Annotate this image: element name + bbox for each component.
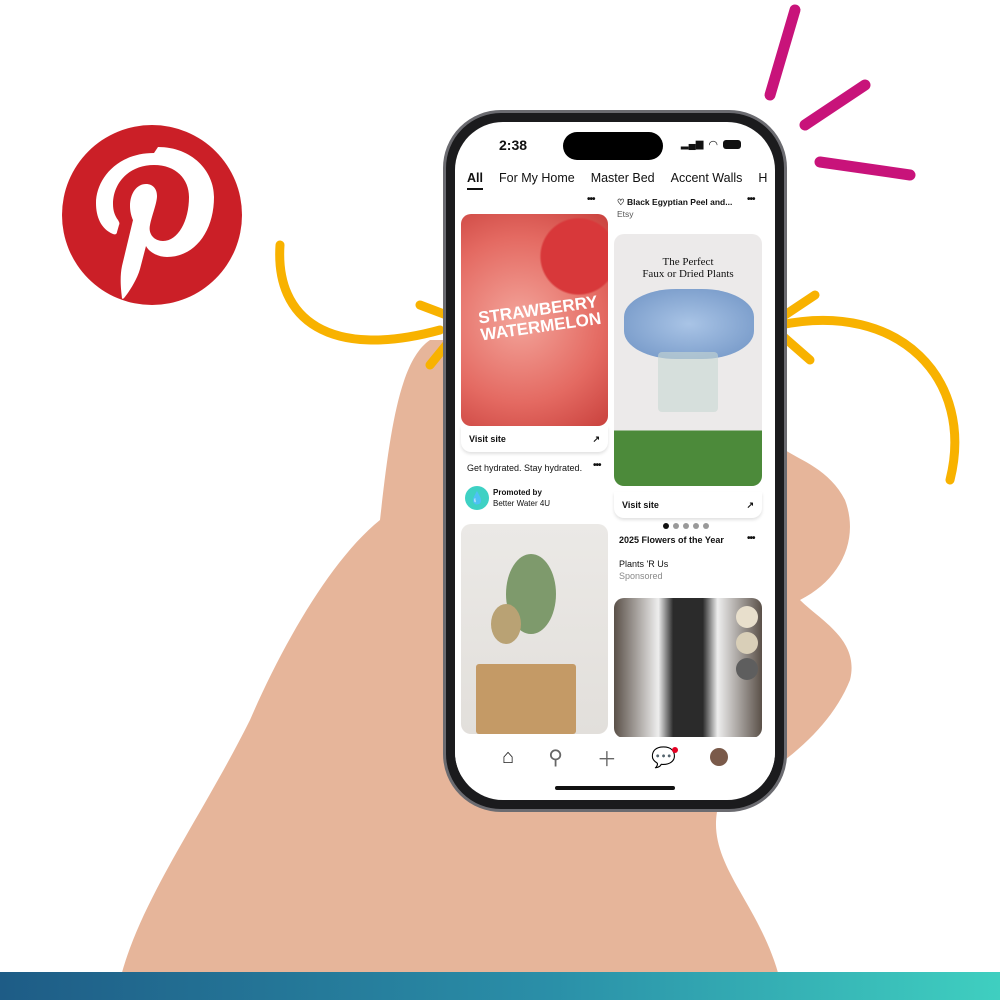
pin-image-text: The Perfect [662, 256, 714, 268]
battery-icon [723, 140, 741, 149]
status-icons: ▂▄▆ ◠ [681, 138, 741, 151]
advertiser-avatar[interactable]: 💧 [465, 486, 489, 510]
status-time: 2:38 [499, 137, 528, 153]
promoted-label: Promoted by [493, 488, 542, 497]
pin-title[interactable]: ♡ Black Egyptian Peel and... [617, 197, 732, 208]
carousel-indicator [663, 523, 709, 529]
pin-image-hydrangea[interactable]: The Perfect Faux or Dried Plants [614, 234, 762, 486]
bottom-nav: ⌂ ⚲ ＋ 💬 [455, 737, 775, 777]
accent-stroke [764, 4, 801, 101]
more-options-icon[interactable]: ••• [593, 460, 601, 471]
pin-image-text: Faux or Dried Plants [642, 268, 734, 280]
pin-image-sideboard[interactable] [461, 524, 608, 734]
arrow-right [762, 290, 960, 485]
arrow-up-right-icon: ↗ [592, 433, 600, 444]
sponsored-label: Sponsored [619, 571, 663, 581]
tab-all[interactable]: All [467, 171, 483, 190]
accent-stroke [799, 79, 871, 131]
pin-title[interactable]: 2025 Flowers of the Year [619, 535, 724, 545]
tab-accent-walls[interactable]: Accent Walls [671, 171, 743, 190]
more-options-icon[interactable]: ••• [747, 194, 755, 205]
plus-icon[interactable]: ＋ [597, 743, 617, 772]
visit-label: Visit site [622, 500, 659, 510]
home-icon[interactable]: ⌂ [502, 746, 514, 769]
accent-stroke [814, 156, 916, 181]
visit-site-button[interactable]: Visit site ↗ [461, 426, 608, 452]
pin-image-living-room[interactable] [614, 598, 762, 738]
signal-icon: ▂▄▆ [680, 139, 704, 150]
advertiser-name[interactable]: Plants 'R Us [619, 559, 668, 569]
chat-icon[interactable]: 💬 [651, 745, 678, 770]
visit-label: Visit site [469, 434, 506, 444]
pin-image-text: STRAWBERRY WATERMELON [477, 292, 603, 345]
board-tabs: All For My Home Master Bed Accent Walls … [467, 171, 767, 190]
visit-site-button[interactable]: Visit site ↗ [614, 492, 762, 518]
wifi-icon: ◠ [708, 139, 718, 151]
more-options-icon[interactable]: ••• [587, 194, 595, 205]
tab-master-bed[interactable]: Master Bed [591, 171, 655, 190]
tab-for-my-home[interactable]: For My Home [499, 171, 575, 190]
gradient-footer-bar [0, 972, 1000, 1000]
advertiser-name[interactable]: Better Water 4U [493, 499, 550, 508]
pin-image-strawberry[interactable]: STRAWBERRY WATERMELON [461, 214, 608, 426]
dynamic-island [563, 132, 663, 160]
more-options-icon[interactable]: ••• [747, 533, 755, 544]
search-icon[interactable]: ⚲ [548, 745, 563, 770]
pin-description: Get hydrated. Stay hydrated. [467, 463, 583, 473]
tab-more[interactable]: H [758, 171, 767, 190]
phone-screen: 2:38 ▂▄▆ ◠ All For My Home Master Bed Ac… [455, 122, 775, 800]
pin-source: Etsy [617, 209, 634, 219]
arrow-up-right-icon: ↗ [746, 499, 754, 510]
home-indicator [555, 786, 675, 790]
profile-avatar[interactable] [709, 748, 728, 766]
